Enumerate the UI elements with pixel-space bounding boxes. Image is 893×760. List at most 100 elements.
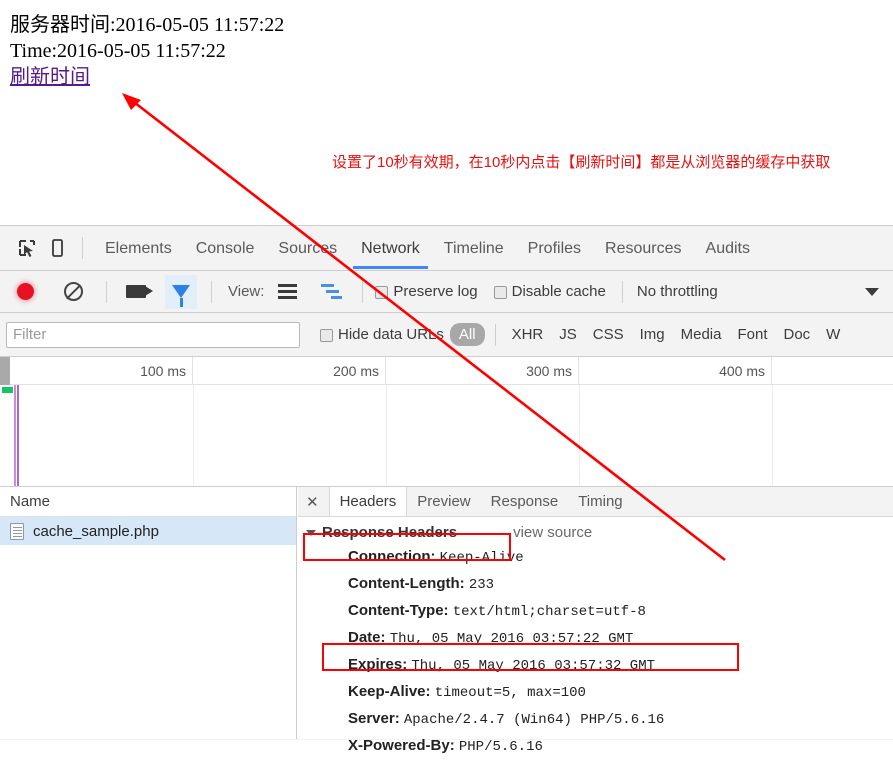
tab-audits[interactable]: Audits (694, 228, 762, 269)
header-value: Keep-Alive (439, 550, 524, 566)
detail-tab-preview[interactable]: Preview (407, 487, 480, 516)
header-value: 233 (468, 577, 495, 593)
filter-type-doc[interactable]: Doc (783, 326, 810, 343)
response-headers-title: Response Headers (322, 524, 458, 541)
header-name: Connection: (348, 548, 436, 565)
header-row-keep-alive: Keep-Alive: timeout=5, max=100 (304, 679, 893, 706)
toolbar-divider (82, 237, 83, 259)
filter-funnel-icon[interactable] (165, 274, 197, 309)
timeline-request-marker (2, 387, 13, 393)
filter-input[interactable] (6, 321, 300, 348)
header-row-date: Date: Thu, 05 May 2016 03:57:22 GMT (304, 625, 893, 652)
detail-tab-timing[interactable]: Timing (568, 487, 632, 516)
header-name: Date: (348, 629, 386, 646)
chevron-down-icon[interactable] (865, 287, 879, 296)
device-toolbar-icon[interactable] (42, 233, 72, 263)
hide-data-urls-checkbox[interactable]: Hide data URLs (320, 326, 444, 343)
tab-sources[interactable]: Sources (266, 228, 349, 269)
tab-elements[interactable]: Elements (93, 228, 184, 269)
header-row-x-powered-by: X-Powered-By: PHP/5.6.16 (304, 733, 893, 760)
header-row-expires: Expires: Thu, 05 May 2016 03:57:32 GMT (304, 652, 893, 679)
network-control-row: View: Preserve log Disable cache No thro… (0, 271, 893, 313)
refresh-time-link[interactable]: 刷新时间 (10, 64, 90, 90)
client-time-line: Time:2016-05-05 11:57:22 (10, 40, 226, 62)
list-view-icon[interactable] (272, 277, 302, 307)
timeline-ruler[interactable]: 100 ms 200 ms 300 ms 400 ms (0, 357, 893, 385)
header-value: text/html;charset=utf-8 (452, 604, 646, 620)
timeline-gridline-3 (579, 385, 580, 486)
server-time-line: 服务器时间:2016-05-05 11:57:22 (10, 14, 285, 36)
network-filter-row: Hide data URLs All XHR JS CSS Img Media … (0, 313, 893, 357)
table-row[interactable]: cache_sample.php (0, 517, 296, 545)
filter-type-css[interactable]: CSS (593, 326, 624, 343)
header-value: Apache/2.4.7 (Win64) PHP/5.6.16 (403, 712, 665, 728)
response-headers-body: Response Headers view source Connection:… (298, 517, 893, 755)
filter-type-all[interactable]: All (449, 323, 485, 346)
filter-divider (494, 323, 496, 346)
throttling-select[interactable]: No throttling (637, 283, 718, 300)
triangle-down-icon (306, 529, 316, 536)
response-headers-section-toggle[interactable]: Response Headers view source (304, 521, 893, 544)
header-name: Server: (348, 710, 400, 727)
waterfall-view-icon[interactable] (316, 277, 346, 307)
header-value: timeout=5, max=100 (434, 685, 586, 701)
filter-type-ws[interactable]: W (826, 326, 840, 343)
annotation-note: 设置了10秒有效期，在10秒内点击【刷新时间】都是从浏览器的缓存中获取 (332, 154, 831, 171)
header-name: Expires: (348, 656, 408, 673)
devtools-tabstrip: Elements Console Sources Network Timelin… (0, 226, 893, 271)
view-source-link[interactable]: view source (513, 524, 592, 541)
request-detail-pane: ✕ Headers Preview Response Timing Respon… (298, 487, 893, 755)
header-row-content-length: Content-Length: 233 (304, 571, 893, 598)
close-icon[interactable]: ✕ (306, 493, 319, 511)
tab-profiles[interactable]: Profiles (516, 228, 593, 269)
network-timeline: 100 ms 200 ms 300 ms 400 ms (0, 357, 893, 487)
disable-cache-label: Disable cache (511, 283, 606, 300)
document-icon (10, 522, 24, 540)
preserve-log-box (375, 285, 389, 299)
header-value: PHP/5.6.16 (458, 739, 543, 755)
requests-list: Name cache_sample.php (0, 487, 297, 739)
timeline-gridline-1 (193, 385, 194, 486)
network-lower-split: Name cache_sample.php ✕ Headers Preview … (0, 487, 893, 755)
preserve-log-label: Preserve log (393, 283, 478, 300)
filter-type-media[interactable]: Media (681, 326, 722, 343)
control-divider-2 (211, 280, 212, 303)
detail-tabstrip: ✕ Headers Preview Response Timing (298, 487, 893, 517)
hide-data-urls-box (320, 328, 333, 342)
tab-timeline[interactable]: Timeline (432, 228, 516, 269)
browser-page-content: 服务器时间:2016-05-05 11:57:22 Time:2016-05-0… (0, 0, 893, 225)
detail-tab-headers[interactable]: Headers (328, 487, 408, 516)
detail-tab-response[interactable]: Response (481, 487, 569, 516)
header-row-server: Server: Apache/2.4.7 (Win64) PHP/5.6.16 (304, 706, 893, 733)
control-divider-1 (106, 280, 107, 303)
tab-network[interactable]: Network (349, 228, 432, 269)
filter-type-font[interactable]: Font (737, 326, 767, 343)
timeline-load-event-line (17, 385, 19, 486)
view-label: View: (228, 283, 265, 300)
preserve-log-checkbox[interactable]: Preserve log (375, 283, 478, 300)
clear-icon[interactable] (58, 277, 88, 307)
camera-icon[interactable] (121, 277, 153, 307)
inspect-element-icon[interactable] (12, 233, 42, 263)
record-icon[interactable] (10, 277, 40, 307)
tab-resources[interactable]: Resources (593, 228, 693, 269)
header-value: Thu, 05 May 2016 03:57:22 GMT (389, 631, 634, 647)
timeline-gridline-4 (772, 385, 773, 486)
requests-column-header[interactable]: Name (0, 487, 296, 517)
header-value: Thu, 05 May 2016 03:57:32 GMT (411, 658, 656, 674)
filter-type-js[interactable]: JS (559, 326, 577, 343)
disable-cache-checkbox[interactable]: Disable cache (493, 283, 606, 300)
request-name: cache_sample.php (33, 522, 159, 540)
timeline-tick-200: 200 ms (193, 357, 386, 385)
tab-console[interactable]: Console (184, 228, 267, 269)
timeline-dom-event-line (14, 385, 16, 486)
timeline-tick-100: 100 ms (0, 357, 193, 385)
header-name: Keep-Alive: (348, 683, 431, 700)
filter-type-xhr[interactable]: XHR (512, 326, 544, 343)
header-row-content-type: Content-Type: text/html;charset=utf-8 (304, 598, 893, 625)
timeline-gridline-2 (386, 385, 387, 486)
control-divider-4 (621, 280, 623, 303)
filter-type-img[interactable]: Img (640, 326, 665, 343)
header-name: Content-Type: (348, 602, 449, 619)
header-row-connection: Connection: Keep-Alive (304, 544, 893, 571)
